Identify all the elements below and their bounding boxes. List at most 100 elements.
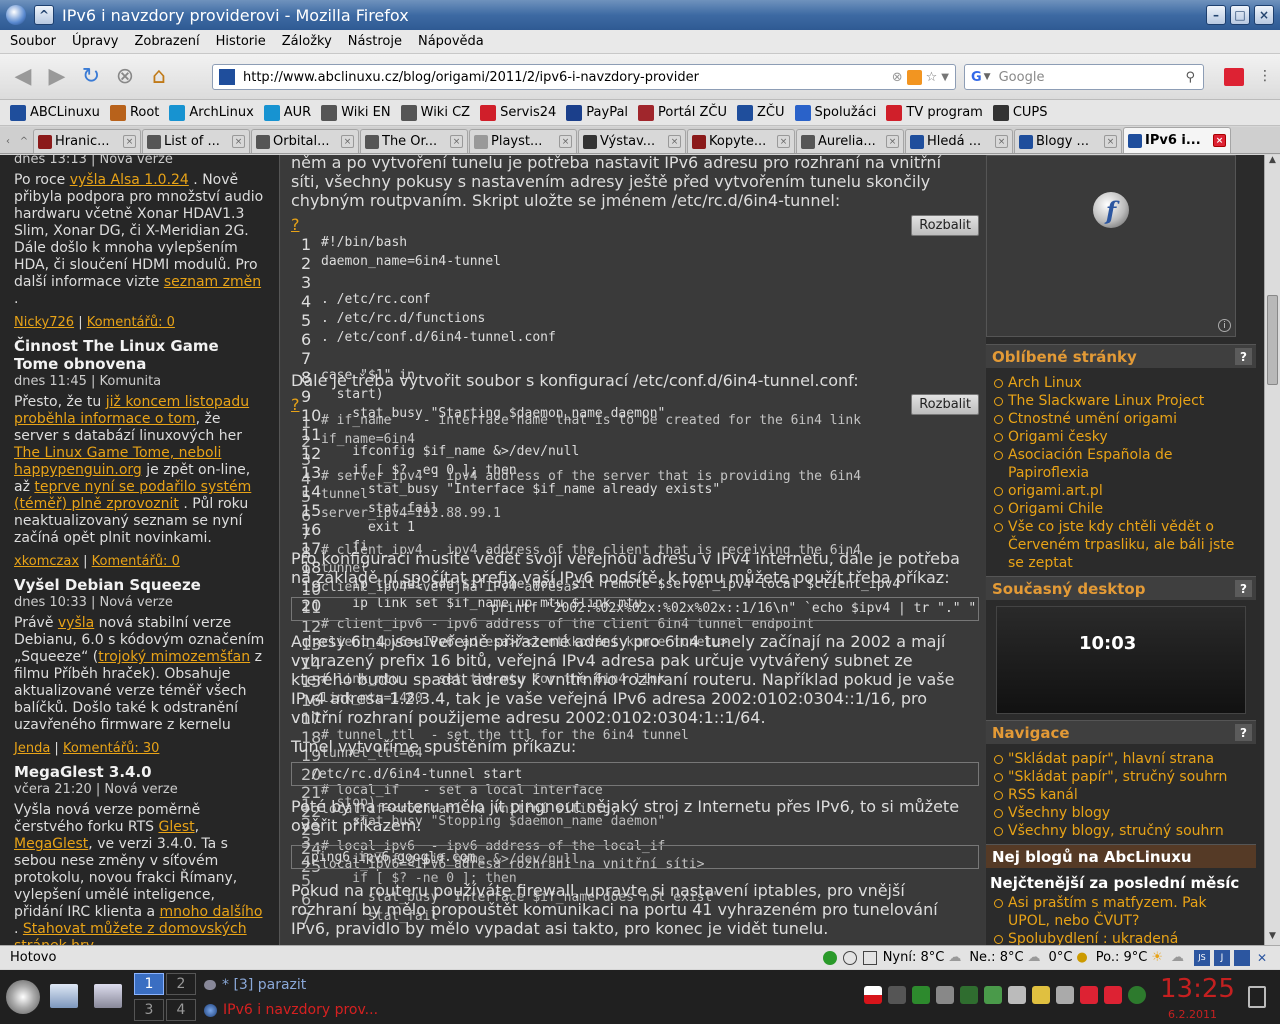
task-parazit[interactable]: * [3] parazit (204, 975, 664, 995)
clock-time[interactable]: 13:25 (1160, 974, 1235, 1004)
news-link[interactable]: trojoký mimozemšťan (98, 649, 250, 665)
home-icon[interactable]: ⌂ (142, 60, 176, 94)
author-link[interactable]: Nicky726 (14, 315, 74, 330)
js-icon[interactable]: JS (1194, 949, 1210, 966)
menu-historie[interactable]: Historie (216, 34, 266, 49)
tab-1[interactable]: List of ... × (142, 129, 250, 153)
clipboard-icon[interactable] (936, 986, 954, 1004)
navigation-link[interactable]: "Skládat papír", stručný souhrn (994, 768, 1250, 786)
toolbar-overflow-icon[interactable]: ⋮ (1258, 68, 1272, 84)
code-help-link[interactable]: ? (291, 395, 300, 414)
menu-zalozky[interactable]: Záložky (282, 34, 332, 49)
best-blog-link[interactable]: Spolubydlení : ukradená (994, 930, 1250, 945)
trash-icon[interactable] (1248, 986, 1266, 1008)
navigation-link[interactable]: Všechny blogy, stručný souhrn (994, 822, 1250, 840)
tab-9[interactable]: Blogy ... × (1014, 129, 1122, 153)
maximize-button[interactable]: □ (1230, 5, 1250, 25)
author-link[interactable]: xkomczax (14, 554, 79, 569)
desktop-1[interactable]: 1 (134, 973, 164, 995)
bookmark-12[interactable]: CUPS (992, 104, 1048, 121)
tab-7[interactable]: Aurelia... × (796, 129, 904, 153)
tab-close-icon[interactable]: × (668, 135, 681, 148)
java-icon[interactable]: J (1214, 949, 1230, 966)
addon-toolbar-icon[interactable] (1224, 68, 1244, 86)
tab-5[interactable]: Výstav... × (578, 129, 686, 153)
desktop-3[interactable]: 3 (134, 999, 164, 1021)
bookmark-5[interactable]: Wiki CZ (400, 104, 470, 121)
help-icon[interactable]: ? (1235, 724, 1252, 741)
engine-dropdown-icon[interactable]: ▼ (984, 72, 991, 82)
tab-close-icon[interactable]: × (777, 135, 790, 148)
tab-0[interactable]: Hranic... × (33, 129, 141, 153)
news-title[interactable]: Činnost The Linux Game Tome obnovena (14, 337, 267, 373)
tab-close-icon[interactable]: × (123, 135, 136, 148)
tab-close-icon[interactable]: × (450, 135, 463, 148)
tab-10[interactable]: IPv6 i... × (1123, 127, 1231, 153)
menu-nastroje[interactable]: Nástroje (348, 34, 402, 49)
url-dropdown-icon[interactable]: ▼ (941, 72, 949, 83)
news-link[interactable]: mnoho dalšího (160, 904, 263, 920)
stop-icon[interactable]: ⊗ (108, 60, 142, 94)
rss-feed-icon[interactable] (906, 69, 922, 85)
favorite-link[interactable]: Origami Chile (994, 500, 1250, 518)
minimize-button[interactable]: – (1206, 5, 1226, 25)
forward-arrow-icon[interactable]: ▶ (40, 60, 74, 94)
terminal-icon[interactable] (94, 984, 122, 1008)
scroll-thumb[interactable] (1267, 295, 1278, 385)
folder-icon[interactable] (50, 984, 78, 1008)
news-title[interactable]: MegaGlest 3.4.0 (14, 763, 267, 781)
news-link[interactable]: Stahovat můžete z domovských stránek hry (14, 921, 247, 945)
favorite-link[interactable]: Ctnostné umění origami (994, 410, 1250, 428)
favorite-link[interactable]: The Slackware Linux Project (994, 392, 1250, 410)
help-icon[interactable]: ? (1235, 580, 1252, 597)
favorite-link[interactable]: Arch Linux (994, 374, 1250, 392)
news-link[interactable]: Glest (158, 819, 194, 835)
globe-icon[interactable] (1128, 986, 1146, 1004)
desktop-2[interactable]: 2 (166, 973, 196, 995)
bookmark-6[interactable]: Servis24 (480, 104, 556, 121)
volume-icon[interactable] (888, 986, 906, 1004)
clear-url-icon[interactable]: ⊗ (892, 70, 903, 85)
desktop-4[interactable]: 4 (166, 999, 196, 1021)
expand-code-button-1[interactable]: Rozbalit (911, 215, 979, 236)
flash-placeholder[interactable]: f i (986, 155, 1236, 337)
bookmark-10[interactable]: Spolužáci (794, 104, 876, 121)
bookmark-1[interactable]: Root (109, 104, 159, 121)
info-icon[interactable]: i (1218, 319, 1231, 332)
search-bar[interactable]: G ▼ Google ⚲ (964, 64, 1204, 90)
task-firefox[interactable]: IPv6 i navzdory prov... (204, 1000, 664, 1020)
news-link[interactable]: seznam změn (164, 274, 261, 290)
colors-icon[interactable] (984, 986, 1002, 1004)
help-icon[interactable]: ? (1235, 348, 1252, 365)
kde-menu-icon[interactable] (6, 5, 26, 25)
arrows-icon[interactable] (1056, 986, 1074, 1004)
files-icon[interactable] (1008, 986, 1026, 1004)
tab-close-icon[interactable]: × (341, 135, 354, 148)
back-arrow-icon[interactable]: ◀ (6, 60, 40, 94)
tab-close-icon[interactable]: × (995, 135, 1008, 148)
menu-soubor[interactable]: Soubor (10, 34, 56, 49)
author-link[interactable]: Jenda (14, 741, 50, 756)
news-title[interactable]: Vyšel Debian Squeeze (14, 576, 267, 594)
bookmark-2[interactable]: ArchLinux (169, 104, 254, 121)
cz-flag-icon[interactable] (864, 986, 882, 1004)
comments-link[interactable]: Komentářů: 0 (87, 315, 175, 330)
bookmark-9[interactable]: ZČU (737, 104, 785, 121)
menu-zobrazeni[interactable]: Zobrazení (134, 34, 199, 49)
url-text[interactable]: http://www.abclinuxu.cz/blog/origami/201… (243, 70, 699, 85)
help-tray-icon[interactable] (1104, 986, 1122, 1004)
url-bar[interactable]: http://www.abclinuxu.cz/blog/origami/201… (212, 64, 956, 90)
tab-close-icon[interactable]: × (886, 135, 899, 148)
menu-upravy[interactable]: Úpravy (72, 34, 118, 49)
network-icon[interactable] (912, 986, 930, 1004)
favorite-link[interactable]: origami.art.pl (994, 482, 1250, 500)
tab-close-icon[interactable]: × (232, 135, 245, 148)
notes-icon[interactable] (1032, 986, 1050, 1004)
navigation-link[interactable]: Všechny blogy (994, 804, 1250, 822)
tab-scroll-left-icon[interactable]: ‹ (0, 129, 16, 153)
news-link[interactable]: vyšla (58, 615, 94, 631)
kde-launcher-icon[interactable] (6, 980, 40, 1014)
close-button[interactable]: × (1254, 5, 1274, 25)
bookmark-0[interactable]: ABCLinuxu (10, 104, 100, 121)
scroll-down-icon[interactable]: ▼ (1265, 931, 1280, 945)
